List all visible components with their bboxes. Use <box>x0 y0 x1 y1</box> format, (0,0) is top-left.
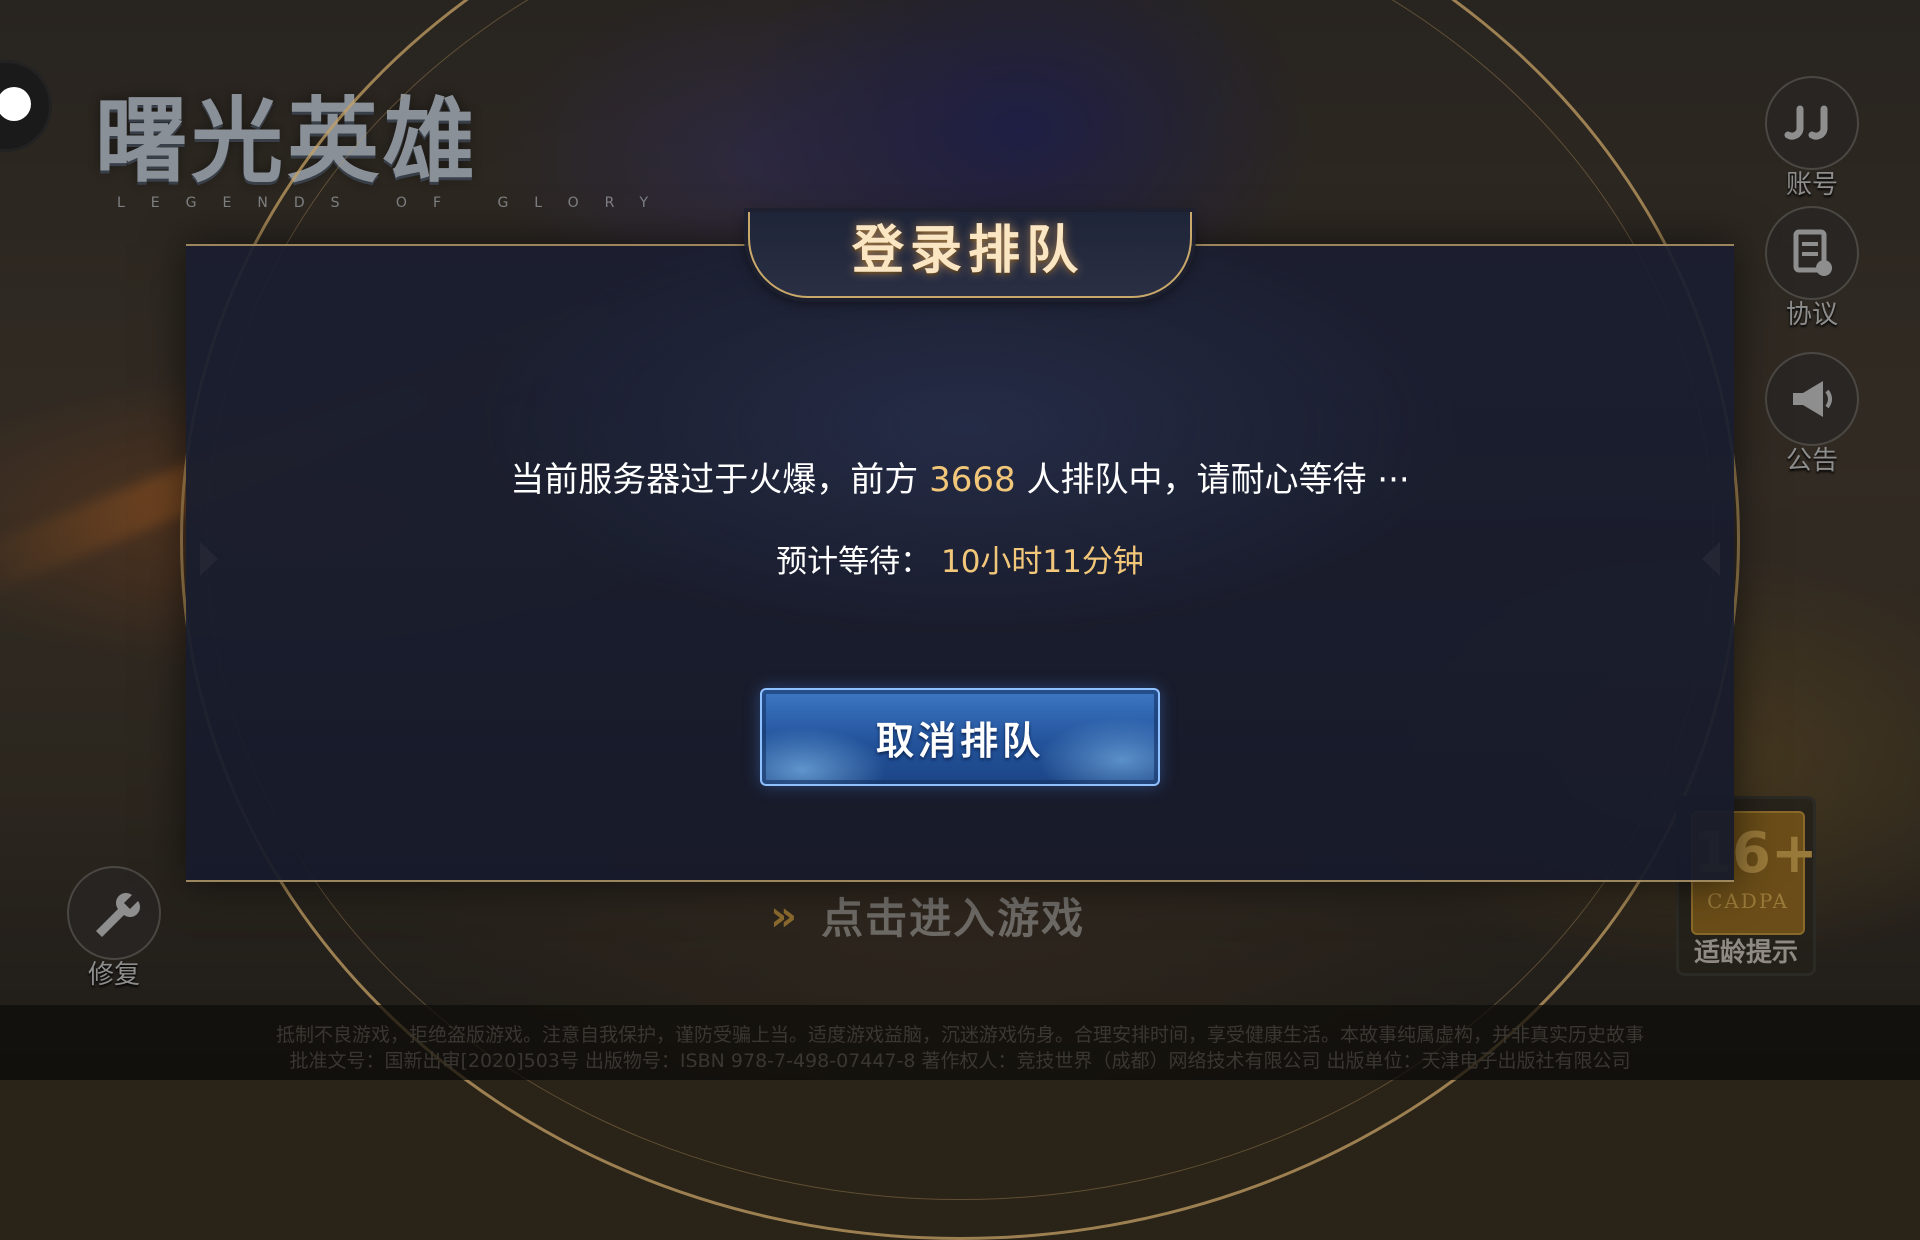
queue-count: 3668 <box>929 460 1016 500</box>
estimated-wait-label: 预计等待： <box>776 544 932 580</box>
announcement-label: 公告 <box>1785 446 1838 476</box>
queue-message-prefix: 当前服务器过于火爆，前方 <box>510 460 919 500</box>
repair-label: 修复 <box>87 960 140 990</box>
agreement-button[interactable]: 协议 <box>1764 206 1860 331</box>
dialog-title: 登录排队 <box>851 221 1084 281</box>
legal-notice-line-1: 抵制不良游戏，拒绝盗版游戏。注意自我保护，谨防受骗上当。适度游戏益脑，沉迷游戏伤… <box>275 1024 1644 1046</box>
queue-message-suffix: 人排队中，请耐心等待 ··· <box>1026 460 1410 500</box>
double-chevron-icon: » <box>770 890 798 940</box>
legal-notice: 抵制不良游戏，拒绝盗版游戏。注意自我保护，谨防受骗上当。适度游戏益脑，沉迷游戏伤… <box>0 1005 1920 1080</box>
agreement-icon <box>1765 206 1859 300</box>
jj-account-icon <box>1765 76 1859 170</box>
enter-game-label: 点击进入游戏 <box>821 893 1086 943</box>
estimated-wait: 预计等待： 10小时11分钟 <box>186 536 1734 581</box>
queue-message: 当前服务器过于火爆，前方 3668 人排队中，请耐心等待 ··· <box>186 452 1734 501</box>
account-label: 账号 <box>1785 170 1838 200</box>
age-rating-label: 适龄提示 <box>1693 938 1798 968</box>
repair-button[interactable]: 修复 <box>66 866 162 991</box>
cancel-queue-button[interactable]: 取消排队 <box>760 688 1160 786</box>
estimated-wait-time: 10小时11分钟 <box>940 544 1144 580</box>
enter-game-button[interactable]: » 点击进入游戏 <box>770 885 1170 945</box>
agreement-label: 协议 <box>1785 300 1838 330</box>
legal-notice-line-2: 批准文号：国新出审[2020]503号 出版物号：ISBN 978-7-498-… <box>289 1050 1631 1072</box>
announcement-button[interactable]: 公告 <box>1764 352 1860 477</box>
account-button[interactable]: 账号 <box>1764 76 1860 201</box>
megaphone-icon <box>1765 352 1859 446</box>
age-rating-org: CADPA <box>1707 889 1789 913</box>
wrench-icon <box>67 866 161 960</box>
